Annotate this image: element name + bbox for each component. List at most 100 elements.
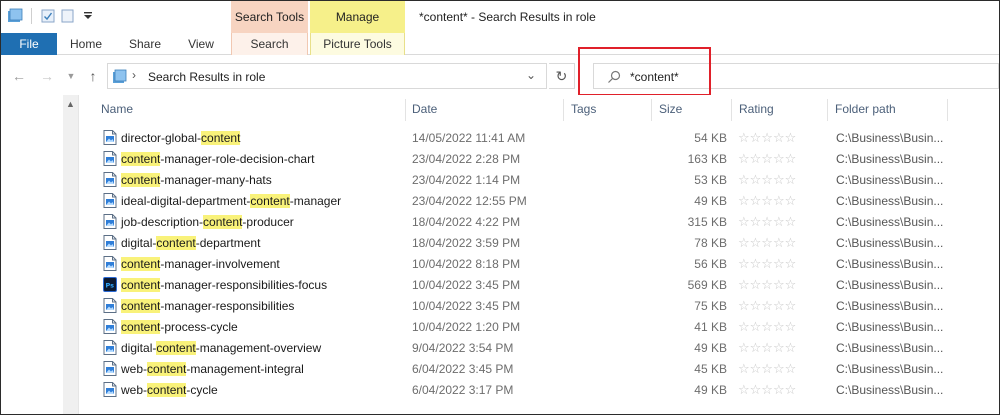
column-date[interactable]: Date [412,95,437,123]
file-date: 23/04/2022 1:14 PM [412,172,521,187]
file-size: 163 KB [687,151,727,166]
refresh-icon[interactable]: ↻ [549,63,575,89]
tab-view[interactable]: View [179,33,223,55]
file-name[interactable]: content -manager-responsibilities [121,295,294,316]
file-row[interactable]: content -manager-role-decision-chart 23/04… [79,148,999,169]
recent-locations-chevron-icon[interactable]: ▼ [63,68,79,84]
search-match-highlight: content [121,277,161,292]
file-row[interactable]: ideal-digital-department-content -manager… [79,190,999,211]
back-arrow-icon[interactable]: ← [11,68,27,84]
file-row[interactable]: content -manager-responsibilities 10/04/20… [79,295,999,316]
column-divider[interactable] [731,99,732,121]
file-date: 9/04/2022 3:54 PM [412,340,514,355]
image-file-icon [103,214,117,229]
up-arrow-icon[interactable]: ↑ [85,68,101,84]
file-date: 23/04/2022 12:55 PM [412,193,527,208]
file-name[interactable]: digital-content -management-overview [121,337,321,358]
breadcrumb-chevron-icon[interactable]: › [132,68,136,82]
customize-qat-icon[interactable] [80,8,96,24]
file-row[interactable]: digital-content -department 18/04/2022 3:5… [79,232,999,253]
file-tab[interactable]: File [1,33,57,55]
file-size: 41 KB [694,319,727,334]
file-row[interactable]: job-description-content -producer 18/04/20… [79,211,999,232]
address-row: ← → ▼ ↑ › Search Results in role ⌄ ↻ *co… [1,55,999,95]
column-rating[interactable]: Rating [739,95,774,123]
forward-arrow-icon[interactable]: → [39,68,55,84]
file-name[interactable]: web-content -cycle [121,379,218,400]
file-folder-path: C:\Business\Busin... [836,298,944,313]
search-tools-context-label: Search Tools [231,1,308,33]
address-dropdown-chevron-icon[interactable]: ⌄ [526,68,536,82]
tab-share[interactable]: Share [121,33,169,55]
manage-context-label: Manage [310,1,405,33]
file-row[interactable]: Ps content -manager-responsibilities-focus… [79,274,999,295]
file-rating-stars[interactable]: ☆☆☆☆☆ [738,379,796,400]
column-tags[interactable]: Tags [571,95,596,123]
file-rating-stars[interactable]: ☆☆☆☆☆ [738,169,796,190]
ribbon-tabs: File Home Share View Search Picture Tool… [1,33,999,55]
file-date: 14/05/2022 11:41 AM [412,130,526,145]
search-match-highlight: content [121,151,161,166]
image-file-icon [103,256,117,271]
file-rating-stars[interactable]: ☆☆☆☆☆ [738,232,796,253]
file-row[interactable]: web-content -cycle 6/04/2022 3:17 PM 49 KB ☆… [79,379,999,400]
file-name[interactable]: ideal-digital-department-content -manager [121,190,341,211]
file-rating-stars[interactable]: ☆☆☆☆☆ [738,358,796,379]
file-name[interactable]: director-global-content [121,127,241,148]
tab-home[interactable]: Home [63,33,109,55]
file-folder-path: C:\Business\Busin... [836,130,944,145]
search-match-highlight: content [147,361,187,376]
column-divider[interactable] [827,99,828,121]
file-rating-stars[interactable]: ☆☆☆☆☆ [738,295,796,316]
column-divider[interactable] [651,99,652,121]
column-name[interactable]: Name [101,95,133,123]
new-folder-icon[interactable] [60,8,76,24]
file-rating-stars[interactable]: ☆☆☆☆☆ [738,274,796,295]
file-size: 49 KB [694,382,727,397]
address-bar[interactable]: › Search Results in role ⌄ [107,63,547,89]
file-row[interactable]: content -process-cycle 10/04/2022 1:20 PM 4… [79,316,999,337]
search-match-highlight: content [250,193,290,208]
scroll-up-icon[interactable]: ▲ [66,99,75,109]
file-row[interactable]: content -manager-involvement 10/04/2022 8:… [79,253,999,274]
file-rating-stars[interactable]: ☆☆☆☆☆ [738,127,796,148]
file-folder-path: C:\Business\Busin... [836,340,944,355]
explorer-folder-icon[interactable] [7,8,23,24]
file-name[interactable]: web-content -management-integral [121,358,304,379]
file-name[interactable]: content -manager-involvement [121,253,280,274]
file-name[interactable]: content -manager-many-hats [121,169,272,190]
image-file-icon [103,382,117,397]
column-size[interactable]: Size [659,95,682,123]
search-highlight-annotation [578,47,711,96]
file-row[interactable]: digital-content -management-overview 9/04/… [79,337,999,358]
file-rating-stars[interactable]: ☆☆☆☆☆ [738,211,796,232]
file-date: 10/04/2022 1:20 PM [412,319,521,334]
file-row[interactable]: web-content -management-integral 6/04/2022… [79,358,999,379]
tab-search[interactable]: Search [231,33,308,55]
column-divider[interactable] [405,99,406,121]
file-row[interactable]: content -manager-many-hats 23/04/2022 1:14… [79,169,999,190]
column-folder-path[interactable]: Folder path [835,95,896,123]
file-folder-path: C:\Business\Busin... [836,151,944,166]
properties-icon[interactable] [40,8,56,24]
file-rating-stars[interactable]: ☆☆☆☆☆ [738,316,796,337]
file-name[interactable]: job-description-content -producer [121,211,294,232]
file-rating-stars[interactable]: ☆☆☆☆☆ [738,253,796,274]
file-list: director-global-content 14/05/2022 11:41 … [79,127,999,400]
address-path[interactable]: Search Results in role [148,70,265,84]
column-divider[interactable] [563,99,564,121]
file-date: 18/04/2022 3:59 PM [412,235,521,250]
file-row[interactable]: director-global-content 14/05/2022 11:41 … [79,127,999,148]
tab-picture-tools[interactable]: Picture Tools [310,33,405,55]
file-rating-stars[interactable]: ☆☆☆☆☆ [738,148,796,169]
file-rating-stars[interactable]: ☆☆☆☆☆ [738,337,796,358]
file-name[interactable]: digital-content -department [121,232,260,253]
navigation-pane-scrollbar[interactable]: ▲ [63,95,79,414]
column-divider[interactable] [947,99,948,121]
file-name[interactable]: content -manager-role-decision-chart [121,148,314,169]
file-folder-path: C:\Business\Busin... [836,193,944,208]
file-name[interactable]: content -manager-responsibilities-focus [121,274,327,295]
file-folder-path: C:\Business\Busin... [836,382,944,397]
file-rating-stars[interactable]: ☆☆☆☆☆ [738,190,796,211]
file-name[interactable]: content -process-cycle [121,316,238,337]
